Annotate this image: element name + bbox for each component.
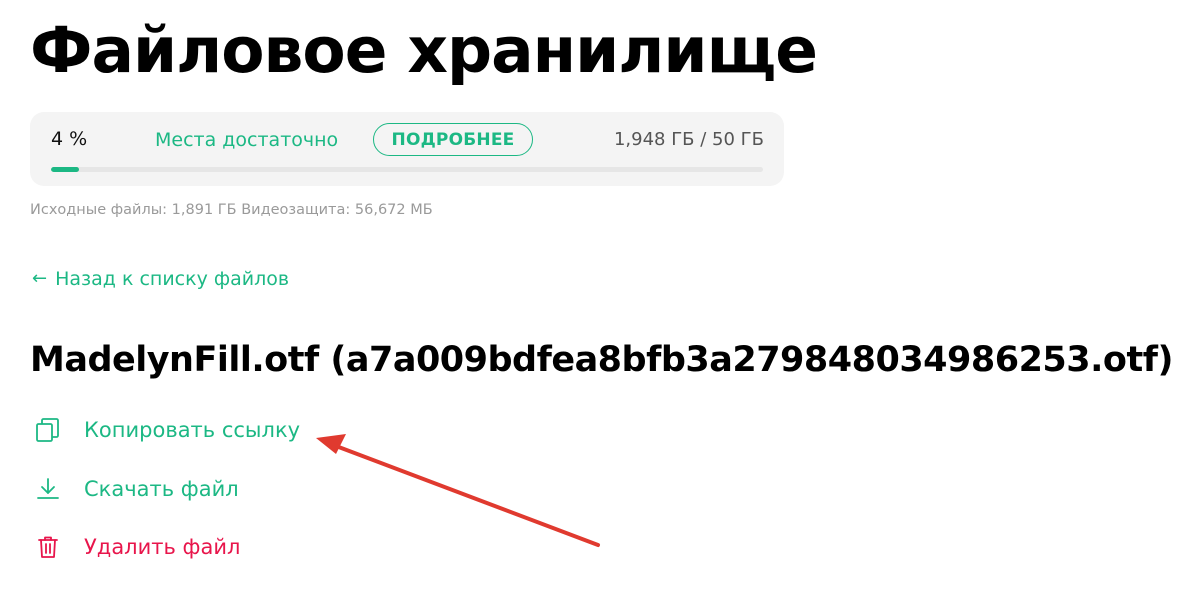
- download-file-label: Скачать файл: [84, 477, 239, 501]
- page-title: Файловое хранилище: [30, 14, 818, 87]
- more-details-button[interactable]: ПОДРОБНЕЕ: [373, 123, 533, 156]
- back-to-files-link[interactable]: ← Назад к списку файлов: [32, 268, 289, 290]
- file-title: MadelynFill.otf (a7a009bdfea8bfb3a279848…: [30, 340, 1173, 380]
- storage-progress-bar: [51, 167, 763, 172]
- storage-percent: 4 %: [51, 128, 88, 150]
- storage-progress-fill: [51, 167, 80, 172]
- storage-breakdown: Исходные файлы: 1,891 ГБ Видеозащита: 56…: [30, 202, 433, 218]
- copy-link-label: Копировать ссылку: [84, 418, 301, 442]
- storage-card: 4 % Места достаточно ПОДРОБНЕЕ 1,948 ГБ …: [30, 112, 784, 186]
- annotation-arrow: [316, 434, 600, 547]
- download-icon: [34, 475, 62, 503]
- storage-usage: 1,948 ГБ / 50 ГБ: [613, 129, 764, 150]
- delete-file-button[interactable]: Удалить файл: [34, 533, 240, 561]
- copy-icon: [34, 416, 62, 444]
- storage-status: Места достаточно: [155, 129, 339, 151]
- copy-link-button[interactable]: Копировать ссылку: [34, 416, 300, 444]
- trash-icon: [34, 533, 62, 561]
- page: Файловое хранилище 4 % Места достаточно …: [0, 0, 1200, 601]
- back-link-label: Назад к списку файлов: [55, 268, 290, 290]
- delete-file-label: Удалить файл: [84, 535, 241, 559]
- arrow-left-icon: ←: [32, 268, 48, 289]
- download-file-button[interactable]: Скачать файл: [34, 475, 239, 503]
